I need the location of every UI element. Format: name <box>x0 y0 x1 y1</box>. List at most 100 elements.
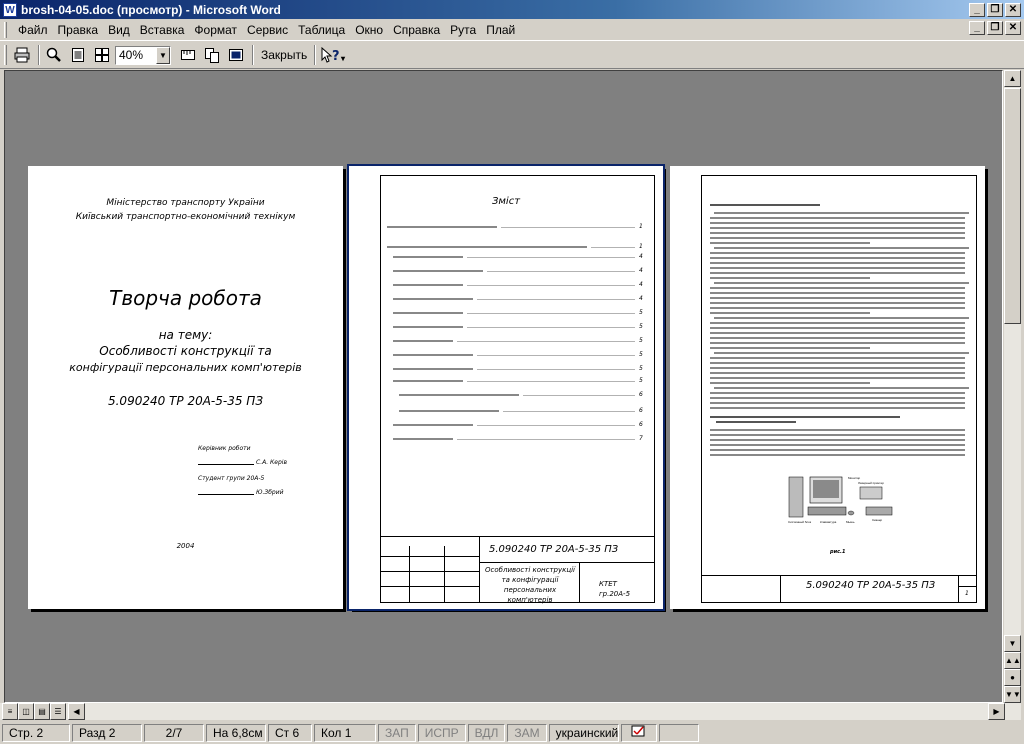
scroll-right-icon[interactable]: ▶ <box>988 703 1005 720</box>
topic-line-2: конфігурації персональних комп'ютерів <box>69 361 302 374</box>
menu-help[interactable]: Справка <box>388 20 445 40</box>
toc-page-number: 4 <box>639 281 643 288</box>
student-name: Ю.Збрий <box>256 489 284 496</box>
toc-entry-text <box>393 380 463 382</box>
browse-object-icon[interactable]: ● <box>1004 669 1021 686</box>
figure-caption: рис.1 <box>830 549 846 555</box>
web-view-icon[interactable]: ◫ <box>18 703 34 720</box>
supervisor-name: С.А. Керів <box>256 459 287 466</box>
title-bar: W brosh-04-05.doc (просмотр) - Microsoft… <box>0 0 1024 19</box>
status-column[interactable]: Кол 1 <box>314 723 376 742</box>
body-text-line <box>710 372 965 374</box>
outline-view-icon[interactable]: ☰ <box>50 703 66 720</box>
status-extend[interactable]: ВДЛ <box>467 723 506 742</box>
svg-text:Сканер: Сканер <box>872 518 883 522</box>
menu-window[interactable]: Окно <box>350 20 388 40</box>
chevron-down-icon[interactable]: ▼ <box>156 46 170 64</box>
minimize-button[interactable]: _ <box>969 2 985 17</box>
body-text-line <box>710 342 965 344</box>
prev-page-icon[interactable]: ▲▲ <box>1004 652 1021 669</box>
body-text-line <box>714 352 969 354</box>
multiple-pages-icon[interactable] <box>91 44 113 66</box>
body-text-line <box>710 277 870 279</box>
maximize-button[interactable]: ❐ <box>987 2 1003 17</box>
body-text-line <box>710 397 965 399</box>
status-record[interactable]: ЗАП <box>378 723 416 742</box>
window-title: brosh-04-05.doc (просмотр) - Microsoft W… <box>21 2 281 17</box>
body-text-line <box>710 217 965 219</box>
toc-entry-text <box>393 284 463 286</box>
body-text-line <box>710 416 900 418</box>
menu-insert[interactable]: Вставка <box>135 20 190 40</box>
doc-restore-button[interactable]: ❐ <box>987 21 1003 35</box>
status-page-count[interactable]: 2/7 <box>144 723 204 742</box>
status-section[interactable]: Разд 2 <box>72 723 142 742</box>
menu-grip[interactable] <box>4 21 7 38</box>
toc-leader <box>467 285 635 286</box>
menu-view[interactable]: Вид <box>103 20 135 40</box>
body-text-line <box>710 267 965 269</box>
print-view-icon[interactable]: ▤ <box>34 703 50 720</box>
body-text-line <box>710 242 870 244</box>
doc-close-button[interactable]: ✕ <box>1005 21 1021 35</box>
doc-minimize-button[interactable]: _ <box>969 21 985 35</box>
toc-page-number: 7 <box>639 435 643 442</box>
spelling-book-icon[interactable] <box>620 723 657 742</box>
toc-leader <box>501 227 635 228</box>
one-page-icon[interactable] <box>67 44 89 66</box>
svg-text:Монитор: Монитор <box>848 476 861 480</box>
menu-table[interactable]: Таблица <box>293 20 350 40</box>
toolbar-grip[interactable] <box>4 45 7 65</box>
toc-entry-text <box>399 410 499 412</box>
vertical-scrollbar[interactable]: ▲ ▼ ▲▲ ● ▼▼ <box>1004 70 1021 703</box>
close-preview-button[interactable]: Закрыть <box>257 48 311 62</box>
status-language[interactable]: украинский <box>548 723 619 742</box>
normal-view-icon[interactable]: ≡ <box>2 703 18 720</box>
body-text-line <box>710 454 965 456</box>
ruler-icon[interactable] <box>177 44 199 66</box>
svg-text:▾: ▾ <box>340 54 346 63</box>
page-title-sheet[interactable]: Міністерство транспорту України Київськи… <box>28 166 343 609</box>
menu-format[interactable]: Формат <box>189 20 242 40</box>
menu-tools[interactable]: Сервис <box>242 20 293 40</box>
magnifier-icon[interactable] <box>43 44 65 66</box>
body-text-line <box>710 392 965 394</box>
body-text-line <box>710 407 965 409</box>
body-text-line <box>710 322 965 324</box>
scroll-thumb[interactable] <box>1004 88 1021 324</box>
body-text-line <box>710 232 965 234</box>
close-button[interactable]: ✕ <box>1005 2 1021 17</box>
print-icon[interactable] <box>11 44 33 66</box>
horizontal-scrollbar[interactable]: ≡ ◫ ▤ ☰ ◀ ▶ <box>0 703 1021 720</box>
menu-bar: Файл Правка Вид Вставка Формат Сервис Та… <box>0 19 1024 41</box>
status-track-changes[interactable]: ИСПР <box>417 723 466 742</box>
word-app-icon[interactable]: W <box>3 2 17 17</box>
svg-text:?: ? <box>332 49 340 63</box>
status-line[interactable]: Ст 6 <box>268 723 312 742</box>
body-text-line <box>710 257 965 259</box>
body-text-line <box>710 332 965 334</box>
page-body[interactable]: Монитор Системный блок Клавиатура Мышь Л… <box>670 166 985 609</box>
scroll-down-icon[interactable]: ▼ <box>1004 635 1021 652</box>
menu-plai[interactable]: Плай <box>481 20 520 40</box>
toc-entry-text <box>399 394 519 396</box>
status-position[interactable]: На 6,8см <box>206 723 266 742</box>
menu-edit[interactable]: Правка <box>53 20 104 40</box>
menu-file[interactable]: Файл <box>13 20 53 40</box>
shrink-to-fit-icon[interactable] <box>201 44 223 66</box>
help-icon[interactable]: ? ▾ <box>319 44 349 66</box>
scroll-up-icon[interactable]: ▲ <box>1004 70 1021 87</box>
scroll-left-icon[interactable]: ◀ <box>68 703 85 720</box>
toc-page-number: 5 <box>639 309 643 316</box>
page-number: 1 <box>965 590 969 597</box>
body-text-line <box>710 307 965 309</box>
next-page-icon[interactable]: ▼▼ <box>1004 686 1021 703</box>
page-contents[interactable]: Зміст 1 1 4 4 4 4 5 5 5 5 5 5 6 6 6 7 5.090240 ТР 20А-5… <box>347 164 665 611</box>
zoom-combobox[interactable]: 40% ▼ <box>115 45 171 65</box>
menu-ruta[interactable]: Рута <box>445 20 481 40</box>
stamp-group: гр.20А-5 <box>599 590 631 598</box>
status-page[interactable]: Стр. 2 <box>2 723 70 742</box>
stamp-code: 5.090240 ТР 20А-5-35 ПЗ <box>806 580 936 591</box>
status-overtype[interactable]: ЗАМ <box>507 723 547 742</box>
full-screen-icon[interactable] <box>225 44 247 66</box>
